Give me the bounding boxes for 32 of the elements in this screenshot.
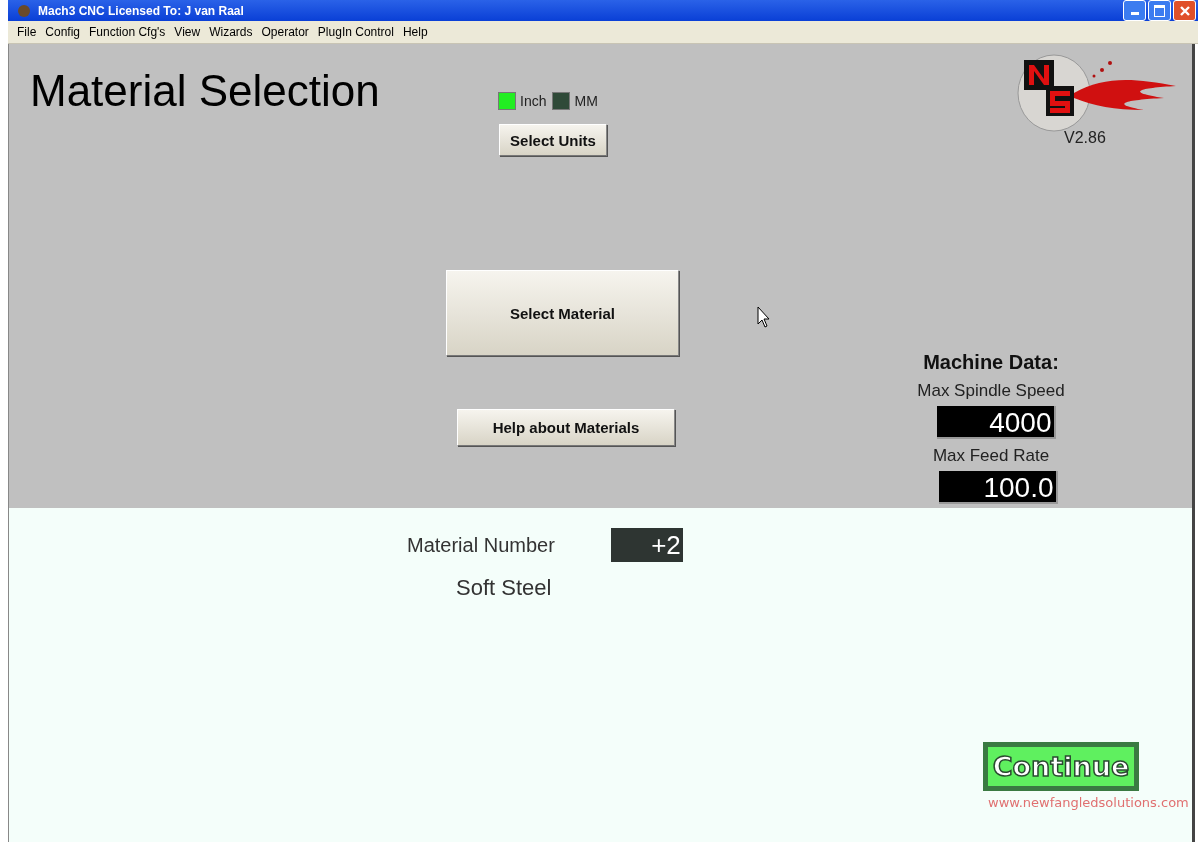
app-icon (18, 4, 30, 17)
version-label: V2.86 (1064, 129, 1106, 147)
menu-item[interactable]: Help (398, 25, 432, 39)
value-display: 4000 (936, 406, 1056, 439)
mouse-pointer-icon (757, 306, 770, 328)
menu-item[interactable]: Config (41, 25, 85, 39)
value-display: 100.0 (938, 471, 1058, 504)
maximize-button[interactable] (1148, 0, 1171, 21)
minimize-button[interactable] (1123, 0, 1146, 21)
help-button[interactable]: Help about Materials (457, 409, 675, 446)
field-label: Max Spindle Speed (917, 381, 1065, 401)
select-material-button[interactable]: Select Material (446, 270, 679, 356)
unit-label: MM (574, 93, 598, 109)
screen-title: Material Selection (30, 66, 380, 116)
material-number-label: Material Number (407, 533, 555, 557)
menu-item[interactable]: Wizards (205, 25, 257, 39)
minimize-icon (1130, 12, 1139, 15)
menu-item[interactable]: View (170, 25, 205, 39)
menu-item[interactable]: File (13, 25, 41, 39)
material-name: Soft Steel (456, 575, 552, 601)
close-icon (1178, 4, 1191, 17)
maximize-icon (1154, 4, 1165, 17)
unit-label: Inch (520, 93, 547, 109)
close-button[interactable] (1173, 0, 1196, 21)
field-label: Max Feed Rate (932, 446, 1050, 466)
menu-item[interactable]: Function Cfg's (85, 25, 170, 39)
select-units-button[interactable]: Select Units (499, 124, 607, 156)
machine-data-heading: Machine Data: (923, 351, 1059, 374)
menu-item[interactable]: PlugIn Control (313, 25, 398, 39)
window-title: Mach3 CNC Licensed To: J van Raal (38, 3, 245, 18)
material-number-display: +2 (610, 528, 683, 562)
menu-item[interactable]: Operator (257, 25, 313, 39)
